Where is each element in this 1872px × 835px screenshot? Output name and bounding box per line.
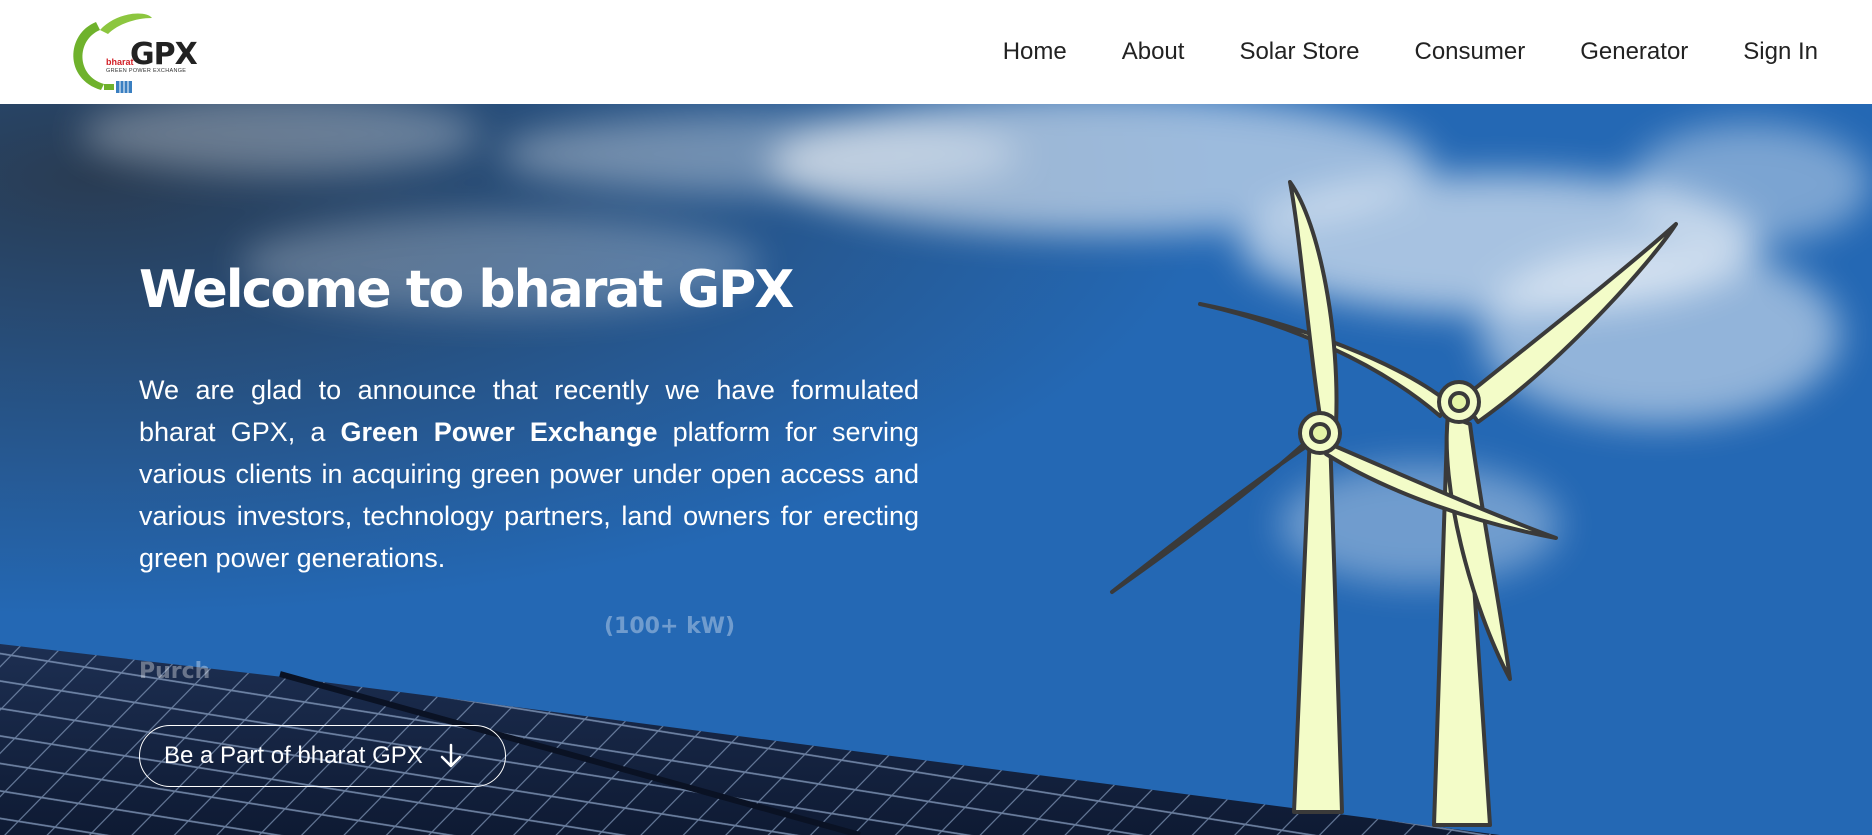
- nav-home[interactable]: Home: [1003, 38, 1067, 66]
- nav-solar-store[interactable]: Solar Store: [1239, 38, 1359, 66]
- hero-content: Welcome to bharat GPX We are glad to ann…: [139, 260, 919, 579]
- arrow-down-icon: [440, 743, 462, 768]
- top-navbar: bharat GPX GREEN POWER EXCHANGE Home Abo…: [0, 0, 1872, 104]
- gpx-logo[interactable]: bharat GPX GREEN POWER EXCHANGE: [56, 4, 212, 100]
- logo-wordmark: GPX: [130, 37, 198, 72]
- hero-desc-bold: Green Power Exchange: [340, 417, 658, 448]
- cta-label: Be a Part of bharat GPX: [164, 742, 423, 769]
- be-a-part-button[interactable]: Be a Part of bharat GPX: [139, 725, 506, 787]
- logo-tagline: GREEN POWER EXCHANGE: [106, 68, 187, 74]
- main-nav: Home About Solar Store Consumer Generato…: [1003, 0, 1818, 104]
- hero-title: Welcome to bharat GPX: [139, 260, 794, 320]
- nav-generator[interactable]: Generator: [1580, 38, 1688, 66]
- nav-consumer[interactable]: Consumer: [1415, 38, 1526, 66]
- hero-description: We are glad to announce that recently we…: [139, 369, 919, 579]
- faded-text-1: (100+ kW): [604, 614, 736, 639]
- nav-about[interactable]: About: [1122, 38, 1185, 66]
- faded-text-2: Purch: [139, 659, 211, 684]
- hero-section: Welcome to bharat GPX We are glad to ann…: [0, 104, 1872, 835]
- nav-sign-in[interactable]: Sign In: [1743, 38, 1818, 66]
